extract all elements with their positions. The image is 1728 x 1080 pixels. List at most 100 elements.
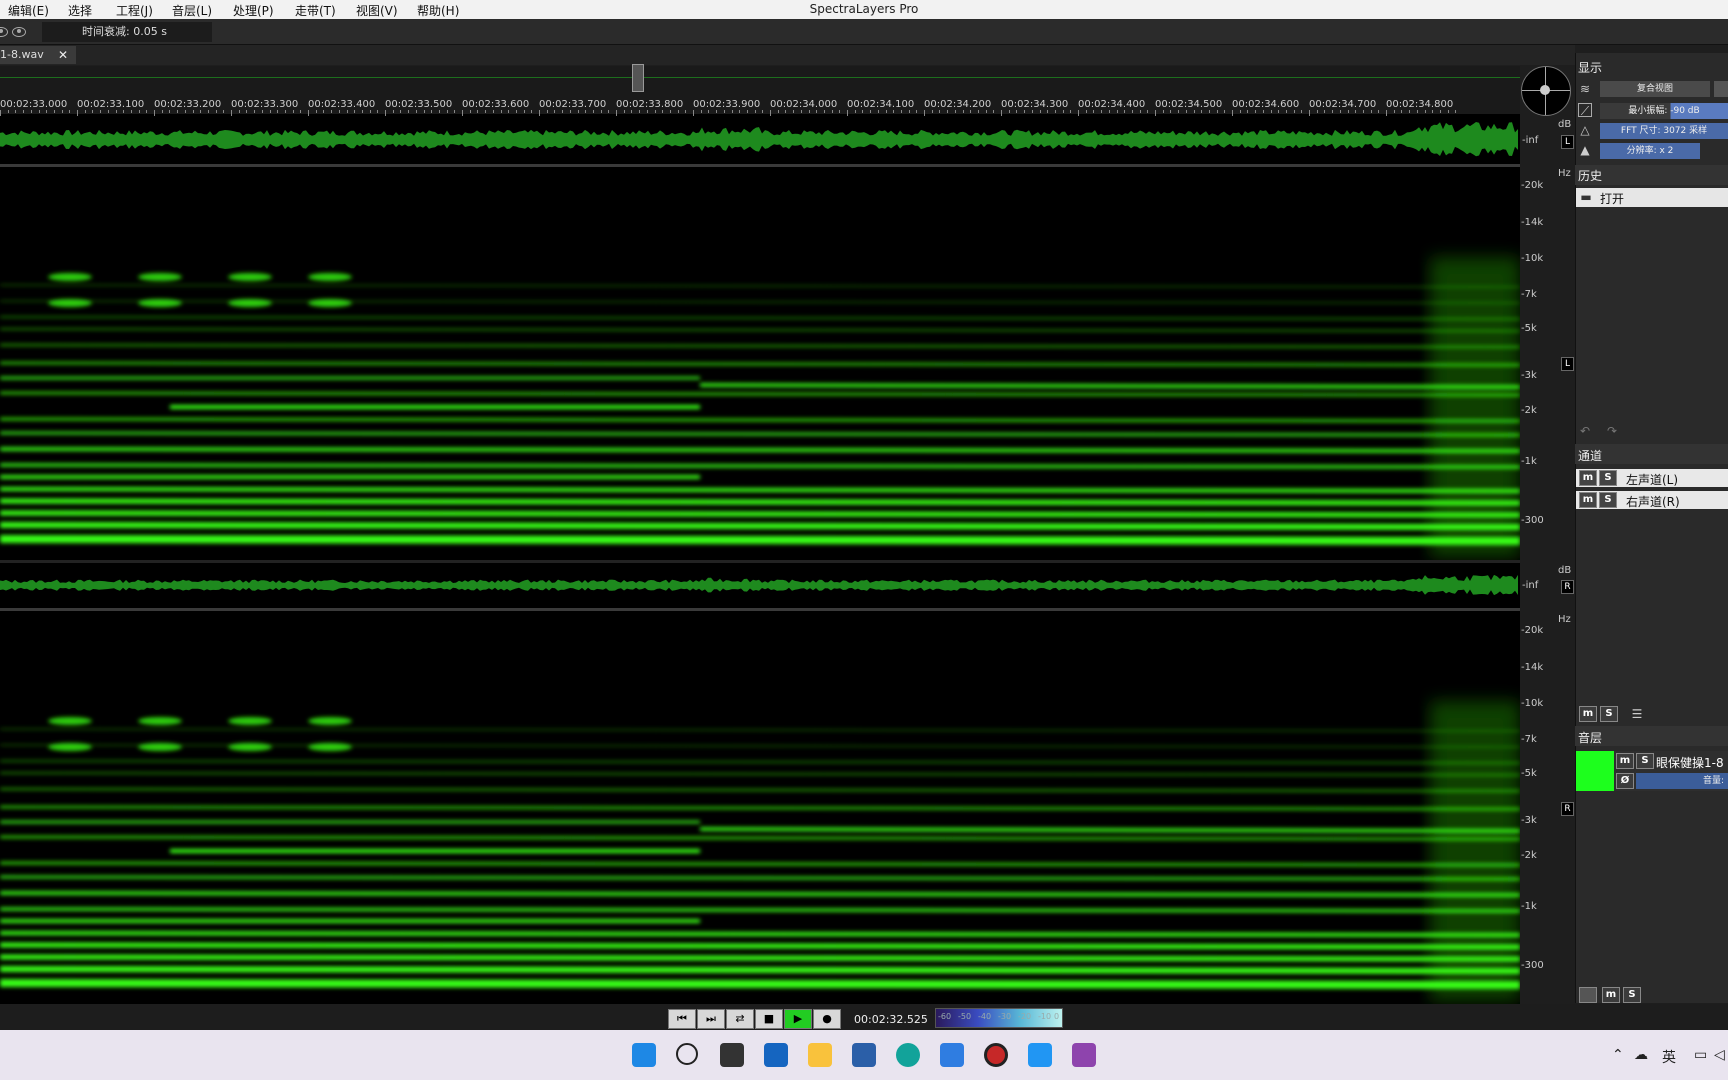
play-button[interactable]: ▶ (784, 1009, 812, 1029)
playhead-handle[interactable] (632, 64, 644, 92)
meter-label: -50 (958, 1012, 972, 1021)
solo-button[interactable]: S (1599, 492, 1617, 508)
chevron-up-icon[interactable]: ⌃ (1612, 1047, 1624, 1063)
layer-row[interactable]: m S 眼保健操1-8 Ø 音量: (1576, 751, 1728, 791)
ruler-tick-label: 00:02:33.600 (462, 99, 530, 110)
layer-name[interactable]: 眼保健操1-8 (1656, 754, 1724, 771)
menu-help[interactable]: 帮助(H) (417, 2, 459, 19)
loop-button[interactable]: ⇄ (726, 1009, 754, 1029)
ruler-tick-mark (30, 110, 32, 113)
layer-extra-button[interactable] (1579, 987, 1597, 1003)
channel-row-left[interactable]: m S 左声道(L) (1576, 469, 1728, 487)
mute-button[interactable]: m (1579, 492, 1597, 508)
time-decay-field[interactable]: 时间衰减: 0.05 s (42, 22, 212, 42)
undo-icon[interactable]: ↶ (1578, 424, 1592, 438)
spectrogram-harmonic (0, 522, 1521, 530)
go-to-start-button[interactable]: ⏮ (668, 1009, 696, 1029)
close-tab-icon[interactable]: ✕ (58, 46, 68, 64)
layer-mute-all-button[interactable]: m (1602, 987, 1620, 1003)
waveform-left[interactable] (0, 116, 1520, 164)
min-amplitude-slider[interactable]: 最小振幅: -90 dB (1600, 103, 1728, 119)
menu-process[interactable]: 处理(P) (233, 2, 274, 19)
ruler-tick-mark (161, 110, 163, 113)
fft-size-slider[interactable]: FFT 尺寸: 3072 采样 (1600, 123, 1728, 139)
ruler-tick-mark (1047, 110, 1049, 113)
spectrogram-harmonic (0, 787, 1521, 793)
history-item[interactable]: ▬ 打开 (1576, 188, 1728, 207)
mute-button[interactable]: m (1579, 470, 1597, 486)
layer-volume-slider[interactable]: 音量: (1636, 773, 1728, 789)
redo-icon[interactable]: ↷ (1605, 424, 1619, 438)
menu-transport[interactable]: 走带(T) (295, 2, 336, 19)
resolution-slider[interactable]: 分辨率: x 2 (1600, 143, 1700, 159)
ruler-tick-mark (331, 110, 333, 113)
layer-solo-button[interactable]: S (1636, 753, 1654, 769)
ruler-tick-mark (1062, 110, 1064, 113)
menu-select[interactable]: 选择 (68, 2, 92, 19)
layer-mute-button[interactable]: m (1616, 753, 1634, 769)
cloud-icon[interactable]: ☁ (1634, 1047, 1648, 1063)
db-unit-left: dB (1558, 119, 1572, 130)
file-explorer-icon[interactable] (808, 1043, 832, 1067)
go-to-end-button[interactable]: ⏭ (697, 1009, 725, 1029)
ruler-tick-mark (1201, 110, 1203, 113)
spectrogram-blob (308, 743, 352, 751)
phase-invert-button[interactable]: Ø (1616, 773, 1634, 789)
ruler-tick-mark (754, 110, 756, 113)
ruler-tick-mark (361, 110, 363, 113)
file-tab[interactable]: 1-8.wav ✕ (0, 46, 76, 64)
ruler-tick-mark (192, 110, 194, 113)
ruler-tick-mark (908, 110, 910, 113)
mute-all-button[interactable]: m (1579, 706, 1597, 722)
ruler-tick-mark (146, 110, 148, 113)
mail-icon[interactable] (940, 1043, 964, 1067)
solo-all-button[interactable]: S (1600, 706, 1618, 722)
spectrogram-harmonic (0, 328, 1521, 332)
ruler-tick-mark (1170, 110, 1172, 113)
frequency-axis (1520, 66, 1575, 1004)
windows-start-icon[interactable] (632, 1043, 656, 1067)
store-icon[interactable] (852, 1043, 876, 1067)
ruler-tick-label: 00:02:34.000 (770, 99, 838, 110)
layer-solo-all-button[interactable]: S (1623, 987, 1641, 1003)
ime-indicator[interactable]: 英 (1662, 1047, 1676, 1067)
ruler-tick-mark (1070, 110, 1072, 113)
spectrogram-right[interactable] (0, 611, 1521, 1004)
menu-project[interactable]: 工程(J) (116, 2, 153, 19)
menu-view[interactable]: 视图(V) (356, 2, 398, 19)
visibility-icon[interactable] (12, 27, 26, 37)
view-extra-button[interactable] (1714, 81, 1728, 97)
solo-button[interactable]: S (1599, 470, 1617, 486)
tab-strip (0, 45, 1575, 65)
spectrogram-blob (308, 717, 352, 725)
ruler-tick-mark (1339, 110, 1341, 113)
edge-icon[interactable] (896, 1043, 920, 1067)
list-icon[interactable]: ☰ (1630, 707, 1644, 721)
ruler-tick-mark (870, 110, 872, 113)
task-view-icon[interactable] (720, 1043, 744, 1067)
navigator-dot[interactable] (1540, 85, 1550, 95)
spectrogram-burst (1430, 257, 1520, 557)
widgets-icon[interactable] (764, 1043, 788, 1067)
record-icon[interactable] (984, 1043, 1008, 1067)
ruler-tick-mark (184, 110, 186, 113)
stop-button[interactable]: ■ (755, 1009, 783, 1029)
layers-view-icon[interactable]: ≋ (1578, 82, 1592, 96)
ruler-tick-mark (1085, 110, 1087, 113)
ruler-tick-mark (1008, 110, 1010, 113)
composite-view-button[interactable]: 复合视图 (1600, 81, 1710, 97)
channel-row-right[interactable]: m S 右声道(R) (1576, 491, 1728, 509)
search-icon[interactable] (676, 1043, 698, 1065)
freq-label: -5k (1521, 768, 1537, 779)
ruler-tick-mark (238, 110, 240, 113)
volume-icon[interactable]: ◁ (1714, 1047, 1725, 1063)
network-icon[interactable]: ▭ (1694, 1047, 1707, 1063)
spectrogram-harmonic (0, 772, 1521, 776)
phone-icon[interactable] (1028, 1043, 1052, 1067)
menu-edit[interactable]: 编辑(E) (8, 2, 49, 19)
waveform-right[interactable] (0, 563, 1520, 608)
menu-layer[interactable]: 音层(L) (172, 2, 212, 19)
spectrogram-left[interactable] (0, 167, 1521, 560)
record-button[interactable]: ● (813, 1009, 841, 1029)
spectralayers-icon[interactable] (1072, 1043, 1096, 1067)
